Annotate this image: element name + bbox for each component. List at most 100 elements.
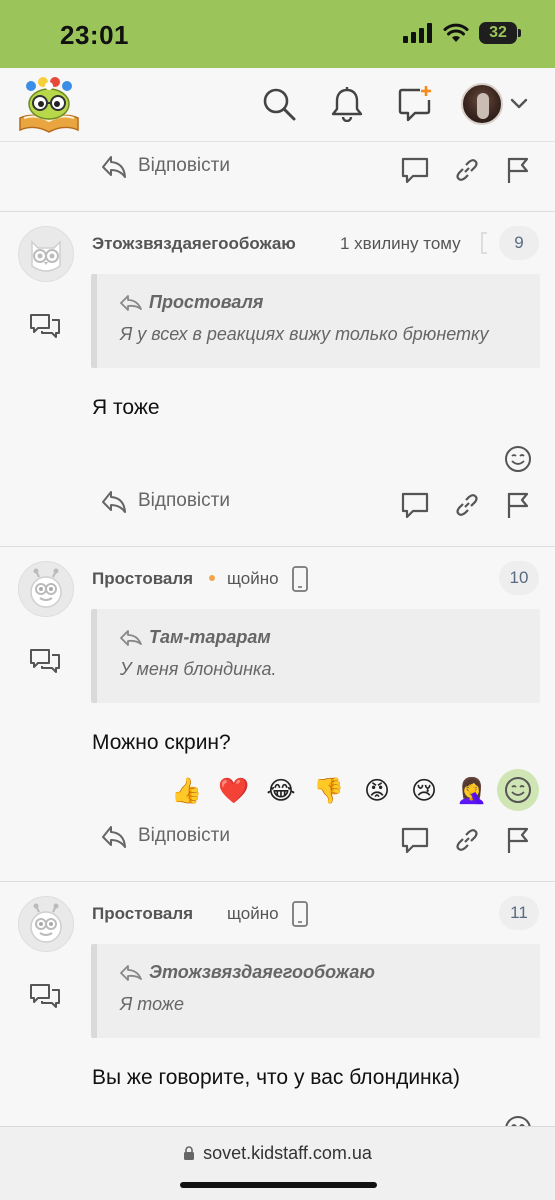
- report-button[interactable]: [503, 490, 533, 520]
- search-button[interactable]: [259, 84, 299, 124]
- comment-button[interactable]: [400, 490, 430, 520]
- search-icon: [263, 88, 296, 121]
- quote-author[interactable]: Там-тарарам: [119, 627, 271, 648]
- report-button[interactable]: [503, 155, 533, 185]
- link-button[interactable]: [452, 825, 482, 855]
- post-author[interactable]: Простоваля: [92, 569, 193, 589]
- battery-icon: 32: [479, 22, 521, 44]
- site-header: [0, 68, 555, 142]
- link-icon: [456, 159, 478, 181]
- quote-arrow-icon: [120, 964, 142, 981]
- reply-button[interactable]: Відповісти: [100, 823, 230, 849]
- reply-label: Відповісти: [138, 155, 230, 176]
- reaction-angry[interactable]: 😡: [361, 775, 393, 807]
- kidstaff-logo[interactable]: [16, 74, 82, 134]
- flag-icon: [507, 157, 529, 183]
- link-icon: [456, 829, 478, 851]
- quote-text: Я у всех в реакциях вижу только брюнетку: [120, 324, 489, 344]
- reply-label: Відповісти: [138, 825, 230, 846]
- reply-icon: [102, 156, 126, 178]
- reaction-facepalm[interactable]: 🤦‍♀️: [456, 775, 488, 807]
- quote-author-name: Простоваля: [149, 292, 264, 312]
- quote-arrow-icon: [120, 629, 142, 646]
- post: Простоваля щойно 11 Этожзвяздаяегообожаю…: [0, 882, 555, 1126]
- chevron-down-icon[interactable]: [510, 97, 528, 111]
- post-author[interactable]: Простоваля: [92, 904, 193, 924]
- quote-author[interactable]: Этожзвяздаяегообожаю: [119, 962, 375, 983]
- quote-reply-icon[interactable]: [29, 647, 61, 675]
- post-body: Вы же говорите, что у вас блондинка): [92, 1066, 460, 1089]
- reply-label: Відповісти: [138, 490, 230, 511]
- flag-icon: [507, 827, 529, 853]
- avatar[interactable]: [18, 896, 74, 952]
- reaction-thumbs-down[interactable]: 👎: [313, 775, 345, 807]
- post-time: 1 хвилину тому: [340, 234, 461, 253]
- flag-icon: [507, 492, 529, 518]
- post-number[interactable]: 10: [499, 561, 539, 595]
- mobile-device-icon: [292, 901, 308, 927]
- new-message-button[interactable]: [395, 84, 435, 124]
- bell-icon: [331, 87, 363, 122]
- post-body: Можно скрин?: [92, 731, 231, 754]
- quote-arrow-icon: [120, 294, 142, 311]
- avatar[interactable]: [18, 226, 74, 282]
- report-button[interactable]: [503, 825, 533, 855]
- reply-icon: [102, 826, 126, 848]
- new-message-icon: [398, 86, 431, 122]
- url-display[interactable]: sovet.kidstaff.com.ua: [0, 1143, 555, 1164]
- post: Простоваля щойно 10 Там-тарарам У меня б…: [0, 547, 555, 881]
- owl-avatar-icon: [31, 240, 61, 272]
- comment-icon: [401, 492, 429, 519]
- quote-box: Простоваля Я у всех в реакциях вижу толь…: [91, 274, 540, 368]
- reply-icon: [102, 491, 126, 513]
- browser-address-bar[interactable]: sovet.kidstaff.com.ua: [0, 1126, 555, 1200]
- quote-author-name: Этожзвяздаяегообожаю: [149, 962, 375, 982]
- comment-icon: [401, 157, 429, 184]
- post-actions-previous: Відповісти: [0, 149, 555, 189]
- quote-reply-icon[interactable]: [29, 312, 61, 340]
- notifications-button[interactable]: [327, 84, 367, 124]
- quote-author[interactable]: Простоваля: [119, 292, 263, 313]
- quote-text: У меня блондинка.: [120, 659, 277, 679]
- user-avatar[interactable]: [461, 83, 503, 125]
- add-reaction-button[interactable]: [503, 444, 533, 474]
- avatar[interactable]: [18, 561, 74, 617]
- reaction-cry[interactable]: 😢: [408, 775, 440, 807]
- add-reaction-button[interactable]: [503, 1114, 533, 1126]
- post-number[interactable]: 9: [499, 226, 539, 260]
- quote-reply-icon[interactable]: [29, 982, 61, 1010]
- post-separator: [481, 232, 487, 254]
- smiley-icon: [505, 1116, 531, 1126]
- bug-avatar-icon: [30, 903, 62, 943]
- post: Этожзвяздаяегообожаю 1 хвилину тому 9 Пр…: [0, 212, 555, 546]
- reply-button[interactable]: Відповісти: [100, 153, 230, 179]
- reactions-bar: 👍 ❤️ 😂 👎 😡 😢 🤦‍♀️: [0, 769, 555, 811]
- post-number[interactable]: 11: [499, 896, 539, 930]
- post-body: Я тоже: [92, 396, 160, 419]
- reaction-thumbs-up[interactable]: 👍: [171, 775, 203, 807]
- link-button[interactable]: [452, 155, 482, 185]
- add-reaction-button[interactable]: [497, 769, 539, 811]
- status-bar: 23:01 32: [0, 0, 555, 68]
- lock-icon: [184, 1146, 195, 1160]
- quote-author-name: Там-тарарам: [149, 627, 271, 647]
- link-button[interactable]: [452, 490, 482, 520]
- mobile-device-icon: [292, 566, 308, 592]
- online-indicator: [209, 575, 215, 581]
- signal-icon: [403, 23, 432, 43]
- reply-button[interactable]: Відповісти: [100, 488, 230, 514]
- post-time: щойно: [227, 904, 279, 923]
- reaction-laugh[interactable]: 😂: [265, 775, 297, 807]
- url-text: sovet.kidstaff.com.ua: [203, 1143, 372, 1163]
- home-indicator[interactable]: [180, 1182, 377, 1188]
- post-author[interactable]: Этожзвяздаяегообожаю: [92, 234, 296, 254]
- comment-button[interactable]: [400, 155, 430, 185]
- post-time: щойно: [227, 569, 279, 588]
- smiley-icon: [505, 777, 531, 803]
- smiley-icon: [505, 446, 531, 472]
- comment-button[interactable]: [400, 825, 430, 855]
- quote-box: Там-тарарам У меня блондинка.: [91, 609, 540, 703]
- reaction-heart[interactable]: ❤️: [218, 775, 250, 807]
- post-actions: Відповісти: [0, 484, 555, 524]
- link-icon: [456, 494, 478, 516]
